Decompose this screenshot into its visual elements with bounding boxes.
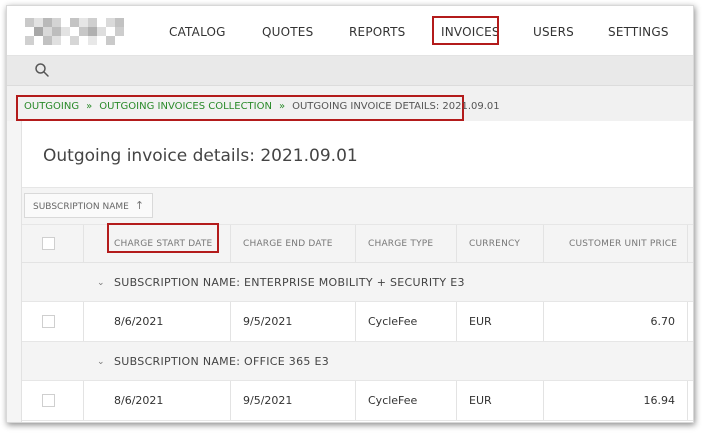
cell-currency: EUR (457, 302, 544, 341)
chevron-down-icon[interactable]: ⌄ (97, 278, 105, 288)
sort-ascending-icon[interactable]: ↑ (135, 194, 144, 217)
invoices-highlight-box (432, 16, 499, 45)
nav-catalog[interactable]: CATALOG (169, 25, 226, 39)
cell-charge-start-date: 8/6/2021 (84, 381, 231, 420)
select-all-cell (22, 225, 84, 262)
group-row[interactable]: ⌄ SUBSCRIPTION NAME: ENTERPRISE MOBILITY… (22, 263, 693, 302)
app-window: CATALOG QUOTES REPORTS INVOICES USERS SE… (6, 5, 694, 423)
cell-customer-unit-price: 6.70 (544, 302, 688, 341)
nav-reports[interactable]: REPORTS (349, 25, 405, 39)
breadcrumb-separator: » (278, 101, 286, 112)
breadcrumb-separator: » (86, 101, 93, 112)
cell-charge-type: CycleFee (356, 381, 457, 420)
logo (25, 15, 125, 47)
column-header-customer-unit-price[interactable]: CUSTOMER UNIT PRICE (544, 225, 688, 262)
page-title: Outgoing invoice details: 2021.09.01 (43, 146, 358, 166)
group-label: SUBSCRIPTION NAME: OFFICE 365 E3 (114, 355, 330, 368)
cell-charge-end-date: 9/5/2021 (231, 381, 356, 420)
table-row[interactable]: 8/6/2021 9/5/2021 CycleFee EUR 16.94 (22, 381, 693, 421)
content-panel: Outgoing invoice details: 2021.09.01 SUB… (21, 121, 693, 422)
chevron-down-icon[interactable]: ⌄ (97, 357, 105, 367)
cell-charge-start-date: 8/6/2021 (84, 302, 231, 341)
grouping-bar: SUBSCRIPTION NAME ↑ (22, 187, 693, 225)
group-by-chip[interactable]: SUBSCRIPTION NAME ↑ (24, 193, 154, 218)
table-row[interactable]: 8/6/2021 9/5/2021 CycleFee EUR 6.70 (22, 302, 693, 342)
row-checkbox[interactable] (42, 394, 55, 407)
charge-start-date-highlight-box (107, 223, 219, 253)
top-navigation: CATALOG QUOTES REPORTS INVOICES USERS SE… (7, 6, 693, 56)
group-by-label: SUBSCRIPTION NAME (33, 202, 129, 212)
row-select-cell (22, 302, 84, 341)
row-checkbox[interactable] (42, 315, 55, 328)
breadcrumb-current: OUTGOING INVOICE DETAILS: 2021.09.01 (292, 101, 500, 112)
group-label: SUBSCRIPTION NAME: ENTERPRISE MOBILITY +… (114, 276, 465, 289)
cell-customer-unit-price: 16.94 (544, 381, 688, 420)
nav-quotes[interactable]: QUOTES (262, 25, 313, 39)
search-icon[interactable] (34, 62, 50, 78)
cell-charge-type: CycleFee (356, 302, 457, 341)
cell-charge-end-date: 9/5/2021 (231, 302, 356, 341)
row-select-cell (22, 381, 84, 420)
column-header-charge-type[interactable]: CHARGE TYPE (356, 225, 457, 262)
group-row[interactable]: ⌄ SUBSCRIPTION NAME: OFFICE 365 E3 (22, 342, 693, 381)
column-header-currency[interactable]: CURRENCY (457, 225, 544, 262)
column-header-charge-end-date[interactable]: CHARGE END DATE (231, 225, 356, 262)
nav-settings[interactable]: SETTINGS (608, 25, 669, 39)
select-all-checkbox[interactable] (42, 237, 55, 250)
search-bar (7, 56, 693, 86)
breadcrumb-outgoing-invoices-collection[interactable]: OUTGOING INVOICES COLLECTION (99, 101, 272, 112)
cell-currency: EUR (457, 381, 544, 420)
nav-users[interactable]: USERS (533, 25, 574, 39)
breadcrumb-outgoing[interactable]: OUTGOING (24, 101, 79, 112)
breadcrumb: OUTGOING » OUTGOING INVOICES COLLECTION » OU… (24, 101, 500, 112)
